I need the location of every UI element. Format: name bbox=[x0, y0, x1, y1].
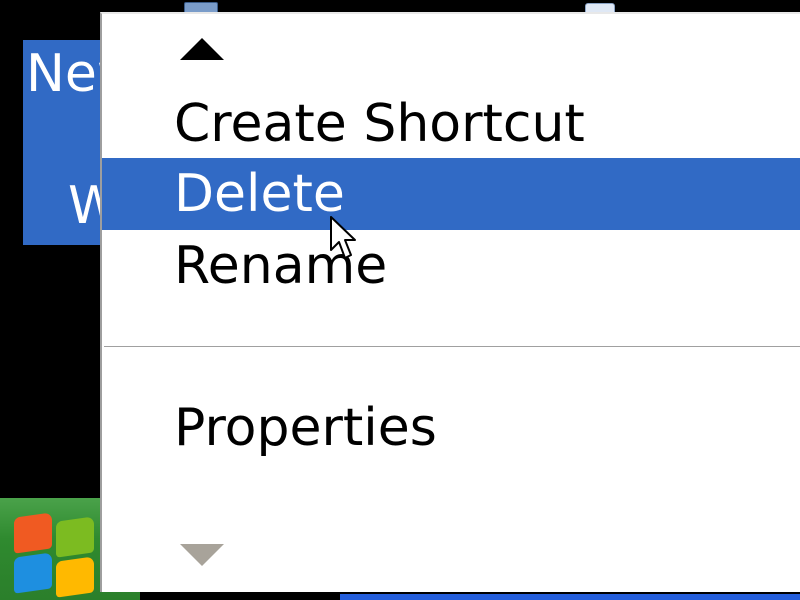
taskbar bbox=[340, 594, 800, 600]
scroll-up-arrow-icon[interactable] bbox=[180, 38, 224, 60]
menu-item-label: Create Shortcut bbox=[174, 94, 585, 154]
menu-item-properties[interactable]: Properties bbox=[102, 392, 800, 464]
menu-item-delete[interactable]: Delete bbox=[102, 158, 800, 230]
menu-item-create-shortcut[interactable]: Create Shortcut bbox=[102, 88, 800, 160]
scroll-down-arrow-icon[interactable] bbox=[180, 544, 224, 566]
desktop-icon-label-selected[interactable]: New W bbox=[23, 40, 108, 245]
menu-item-label: Properties bbox=[174, 398, 437, 458]
menu-separator bbox=[104, 346, 800, 347]
desktop-icon-label-line1: New bbox=[26, 44, 108, 104]
menu-item-label: Delete bbox=[174, 164, 345, 224]
windows-logo-icon bbox=[14, 512, 104, 600]
mouse-cursor-icon bbox=[330, 216, 356, 259]
menu-item-rename[interactable]: Rename bbox=[102, 230, 800, 302]
